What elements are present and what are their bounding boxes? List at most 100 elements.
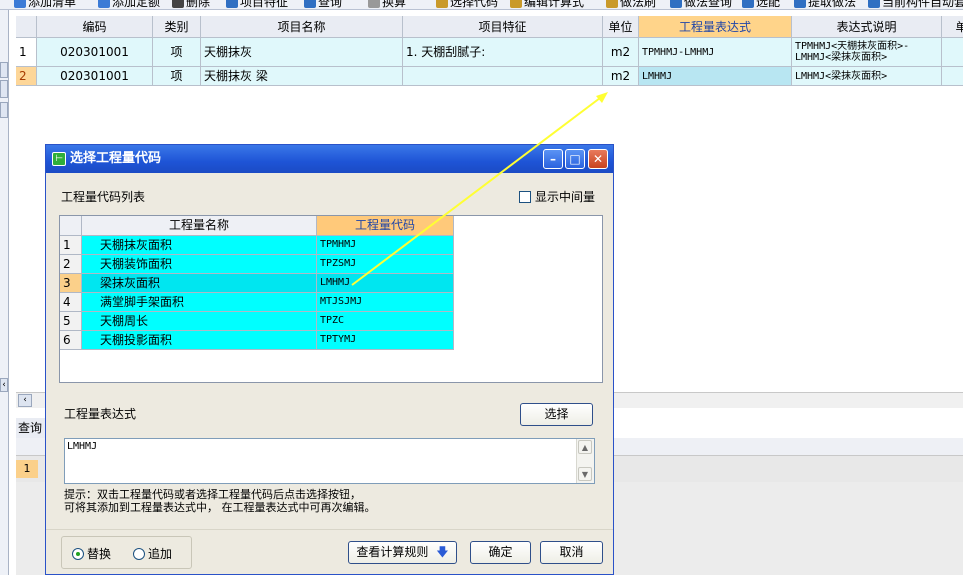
header-quantity-code[interactable]: 工程量代码 xyxy=(317,216,454,236)
header-quantity-name[interactable]: 工程量名称 xyxy=(82,216,317,236)
quantity-name-cell[interactable]: 天棚装饰面积 xyxy=(82,255,317,274)
convert-icon xyxy=(368,0,380,8)
quantity-code-cell[interactable]: TPTYMJ xyxy=(317,331,454,350)
cell-expr[interactable]: LMHMJ xyxy=(639,67,792,86)
cell-description[interactable]: LMHMJ<梁抹灰面积> xyxy=(792,67,942,86)
cell-feature[interactable]: 1. 天棚刮腻子: xyxy=(403,38,603,67)
expression-textarea[interactable]: LMHMJ ▲ ▼ xyxy=(64,438,595,484)
close-icon[interactable]: ✕ xyxy=(588,149,608,169)
toolbar-item[interactable]: 查询 xyxy=(304,0,342,9)
toolbar-item[interactable]: 提取做法 xyxy=(794,0,857,9)
cell-expr[interactable]: TPMHMJ-LMHMJ xyxy=(639,38,792,67)
row-number[interactable]: 1 xyxy=(16,38,37,67)
cell-extra[interactable] xyxy=(942,67,963,86)
add-quota-icon xyxy=(98,0,110,8)
row-number[interactable]: 2 xyxy=(60,255,82,274)
minimize-icon[interactable]: – xyxy=(543,149,563,169)
cell-type[interactable]: 项 xyxy=(153,38,201,67)
cancel-button[interactable]: 取消 xyxy=(540,541,603,564)
quantity-name-cell[interactable]: 满堂脚手架面积 xyxy=(82,293,317,312)
toolbar-item[interactable]: 换算 xyxy=(368,0,406,9)
view-rules-button[interactable]: 查看计算规则 🡇 xyxy=(348,541,457,564)
collapse-left-icon[interactable]: ‹ xyxy=(0,378,8,392)
left-panel-tab[interactable] xyxy=(0,102,8,118)
maximize-icon[interactable]: □ xyxy=(565,149,585,169)
cell-code[interactable]: 020301001 xyxy=(37,67,153,86)
arrow-down-icon: 🡇 xyxy=(436,545,449,559)
bill-grid: 编码类别项目名称项目特征单位工程量表达式表达式说明单 1020301001项天棚抹… xyxy=(16,16,963,86)
replace-radio-label: 替换 xyxy=(87,547,112,561)
toolbar-item[interactable]: 做法查询 xyxy=(670,0,733,9)
left-panel-tab[interactable] xyxy=(0,62,8,78)
toolbar-item-label: 删除 xyxy=(186,0,211,9)
cell-unit[interactable]: m2 xyxy=(603,38,639,67)
toolbar-item[interactable]: 选配 xyxy=(742,0,780,9)
column-header[interactable]: 表达式说明 xyxy=(792,16,942,38)
row-number[interactable]: 3 xyxy=(60,274,82,293)
row-number[interactable]: 6 xyxy=(60,331,82,350)
cell-unit[interactable]: m2 xyxy=(603,67,639,86)
row-number[interactable]: 1 xyxy=(60,236,82,255)
row-number[interactable]: 4 xyxy=(60,293,82,312)
match-icon xyxy=(742,0,754,8)
quantity-code-grid: 工程量名称 工程量代码 1 天棚抹灰面积 TPMHMJ 2 天棚装饰面积 TPZSMJ 3 梁抹灰… xyxy=(59,215,603,383)
dialog-app-icon: ⊢ xyxy=(52,152,66,166)
toolbar-item[interactable]: 做法刷 xyxy=(606,0,656,9)
ok-button[interactable]: 确定 xyxy=(470,541,531,564)
toolbar-item[interactable]: 添加清单 xyxy=(14,0,77,9)
select-quantity-code-dialog: ⊢ 选择工程量代码 – □ ✕ 工程量代码列表 显示中间量 工程量名称 工程量代码… xyxy=(45,144,614,575)
toolbar-item[interactable]: 编辑计算式 xyxy=(510,0,584,9)
expression-scrollbar[interactable]: ▲ ▼ xyxy=(576,439,594,483)
row-number[interactable]: 2 xyxy=(16,67,37,86)
quantity-name-cell[interactable]: 天棚抹灰面积 xyxy=(82,236,317,255)
toolbar-item[interactable]: 选择代码 xyxy=(436,0,499,9)
quantity-code-cell[interactable]: LMHMJ xyxy=(317,274,454,293)
column-header[interactable]: 单 xyxy=(942,16,963,38)
toolbar-item[interactable]: 添加定额 xyxy=(98,0,160,9)
toolbar-item-label: 做法查询 xyxy=(684,0,733,9)
select-button[interactable]: 选择 xyxy=(520,403,593,426)
toolbar-item[interactable]: 项目特征 xyxy=(226,0,288,9)
project-feature-icon xyxy=(226,0,238,8)
column-header[interactable]: 项目特征 xyxy=(403,16,603,38)
quantity-name-cell[interactable]: 梁抹灰面积 xyxy=(82,274,317,293)
toolbar-item[interactable]: 当前构件自动套 xyxy=(868,0,963,9)
toolbar-item-label: 提取做法 xyxy=(808,0,857,9)
column-header[interactable]: 工程量表达式 xyxy=(639,16,792,38)
cell-type[interactable]: 项 xyxy=(153,67,201,86)
cell-name[interactable]: 天棚抹灰 梁 xyxy=(201,67,403,86)
column-header[interactable]: 编码 xyxy=(37,16,153,38)
quantity-name-cell[interactable]: 天棚周长 xyxy=(82,312,317,331)
scroll-down-icon[interactable]: ▼ xyxy=(578,467,592,481)
quantity-code-cell[interactable]: TPMHMJ xyxy=(317,236,454,255)
left-panel-tab[interactable] xyxy=(0,80,8,98)
cell-code[interactable]: 020301001 xyxy=(37,38,153,67)
replace-radio[interactable] xyxy=(72,548,84,560)
cell-extra[interactable] xyxy=(942,38,963,67)
description-line-1: TPMHMJ<天棚抹灰面积>- xyxy=(795,41,910,52)
scroll-left-icon[interactable]: ‹ xyxy=(18,394,32,407)
column-header[interactable]: 项目名称 xyxy=(201,16,403,38)
scroll-up-icon[interactable]: ▲ xyxy=(578,440,592,454)
cell-name[interactable]: 天棚抹灰 xyxy=(201,38,403,67)
cell-feature[interactable] xyxy=(403,67,603,86)
extract-icon xyxy=(794,0,806,8)
quantity-code-cell[interactable]: MTJSJMJ xyxy=(317,293,454,312)
column-header[interactable]: 类别 xyxy=(153,16,201,38)
expression-value: LMHMJ xyxy=(67,441,98,452)
row-number[interactable]: 5 xyxy=(60,312,82,331)
quantity-code-cell[interactable]: TPZC xyxy=(317,312,454,331)
quantity-name-cell[interactable]: 天棚投影面积 xyxy=(82,331,317,350)
search-icon xyxy=(304,0,316,8)
quantity-code-cell[interactable]: TPZSMJ xyxy=(317,255,454,274)
show-intermediate-checkbox[interactable] xyxy=(519,191,531,203)
column-header[interactable]: 单位 xyxy=(603,16,639,38)
dialog-title-bar[interactable]: ⊢ 选择工程量代码 – □ ✕ xyxy=(46,145,613,173)
toolbar-item-label: 选择代码 xyxy=(450,0,499,9)
view-rules-label: 查看计算规则 xyxy=(356,545,429,559)
append-radio[interactable] xyxy=(133,548,145,560)
dialog-title: 选择工程量代码 xyxy=(70,151,162,166)
toolbar-item[interactable]: 删除 xyxy=(172,0,211,9)
toolbar-item-label: 添加清单 xyxy=(28,0,77,9)
cell-description[interactable]: TPMHMJ<天棚抹灰面积>- LMHMJ<梁抹灰面积> xyxy=(792,38,942,67)
